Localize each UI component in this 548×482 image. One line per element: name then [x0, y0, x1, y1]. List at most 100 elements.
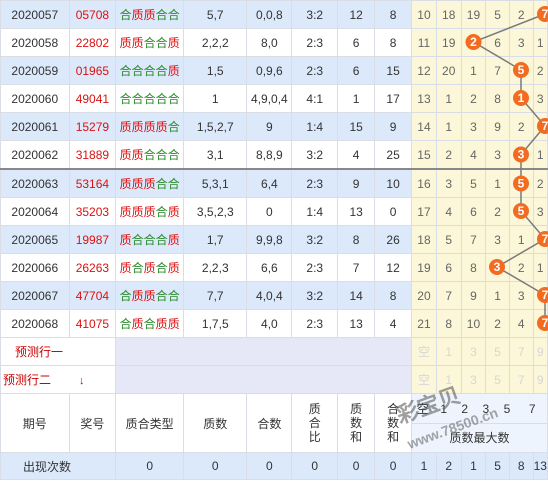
type-cell: 合合合合质: [115, 56, 185, 85]
prize-cell: 49041: [68, 84, 117, 113]
composite-sum-cell: 12: [374, 253, 413, 282]
table-row: 202006519987质合合合质1,79,9,83:28261857317: [0, 225, 548, 254]
predict-ball[interactable]: 5: [485, 365, 510, 394]
prize-cell: 47704: [68, 281, 117, 310]
ratio-cell: 2:3: [291, 309, 339, 338]
ball-cell: 7: [532, 225, 548, 254]
ball-cell: 7: [435, 281, 462, 310]
predict-ball[interactable]: 1: [435, 337, 462, 366]
ball-cell: 3: [508, 140, 534, 170]
prime-sum-cell: 8: [337, 225, 376, 254]
composite-cell: 0,9,6: [246, 56, 293, 85]
ball-cell: 2: [508, 253, 534, 282]
ball-cell: 21: [411, 309, 437, 338]
footer-label: 出现次数: [0, 452, 117, 480]
period-cell: 2020060: [0, 84, 70, 113]
ball-cell: 3: [485, 225, 510, 254]
ball-cell: 5: [508, 197, 534, 226]
prime-sum-cell: 6: [337, 28, 376, 57]
prime-cell: 5,7: [183, 0, 248, 29]
ball-cell: 3: [532, 197, 548, 226]
predict-ball[interactable]: 3: [460, 337, 487, 366]
footer-type: 0: [115, 452, 185, 480]
predict-ball[interactable]: 9: [532, 365, 548, 394]
ball-cell: 7: [532, 281, 548, 310]
type-cell: 质质质合质: [115, 197, 185, 226]
ball-cell: 2: [460, 84, 487, 113]
composite-sum-cell: 17: [374, 84, 413, 113]
composite-cell: 8,0: [246, 28, 293, 57]
ball-cell: 20: [435, 56, 462, 85]
ball-cell: 2: [460, 28, 487, 57]
prime-sum-cell: 13: [337, 197, 376, 226]
header-ball-label: 空: [416, 402, 429, 416]
ball-cell: 10: [411, 0, 437, 29]
predict-ball[interactable]: 7: [508, 337, 534, 366]
ball-cell: 18: [411, 225, 437, 254]
prize-cell: 01965: [68, 56, 117, 85]
prime-cell: 2,2,2: [183, 28, 248, 57]
ball-cell: 1: [508, 225, 534, 254]
composite-sum-cell: 8: [374, 0, 413, 29]
predict-ball[interactable]: 空: [411, 337, 437, 366]
predict-ball[interactable]: 7: [508, 365, 534, 394]
ball-cell: 4: [508, 309, 534, 338]
ball-cell: 2: [532, 168, 548, 198]
predict-ball[interactable]: 9: [532, 337, 548, 366]
ball-cell: 2: [485, 197, 510, 226]
prize-cell: 41075: [68, 309, 117, 338]
predict-label[interactable]: 预测行二 ↓: [0, 365, 117, 394]
composite-cell: 0,0,8: [246, 0, 293, 29]
period-cell: 2020061: [0, 112, 70, 141]
header-period: 期号: [0, 393, 70, 453]
ball-cell: 3: [508, 281, 534, 310]
footer-composite-sum: 0: [374, 452, 413, 480]
composite-cell: 8,8,9: [246, 140, 293, 170]
predict-ball[interactable]: 5: [485, 337, 510, 366]
period-cell: 2020062: [0, 140, 70, 170]
predict-label[interactable]: 预测行一: [0, 337, 117, 366]
period-cell: 2020059: [0, 56, 70, 85]
predict-input-area[interactable]: [115, 365, 413, 394]
prime-cell: 3,1: [183, 140, 248, 170]
ball-cell: 19: [435, 28, 462, 57]
header-balls: 空 1 2 3 5 7 质数最大数: [411, 393, 548, 453]
predict-ball[interactable]: 1: [435, 365, 462, 394]
prize-cell: 53164: [68, 168, 117, 198]
composite-cell: 9: [246, 112, 293, 141]
predict-input-area[interactable]: [115, 337, 413, 366]
composite-cell: 4,0,4: [246, 281, 293, 310]
arrow-down-icon[interactable]: ↓: [79, 375, 85, 387]
header-ball-label: 3: [482, 401, 490, 416]
ball-cell: 7: [532, 0, 548, 29]
predict-ball[interactable]: 空: [411, 365, 437, 394]
ball-cell: 5: [460, 168, 487, 198]
ball-cell: 1: [532, 253, 548, 282]
type-cell: 合合合合合: [115, 84, 185, 113]
ball-cell: 3: [485, 140, 510, 170]
composite-cell: 4,9,0,4: [246, 84, 293, 113]
footer-prime-sum: 0: [337, 452, 376, 480]
predict-row: 预测行一 空 1 3 5 7 9: [0, 337, 548, 366]
prize-cell: 19987: [68, 225, 117, 254]
ball-cell: 1: [460, 56, 487, 85]
ball-cell: 18: [435, 0, 462, 29]
ratio-cell: 3:2: [291, 140, 339, 170]
prize-cell: 22802: [68, 28, 117, 57]
table-row: 202006435203质质质合质3,5,2,301:41301746253: [0, 197, 548, 226]
header-ratio: 质合比: [291, 393, 339, 453]
ball-cell: 7: [460, 225, 487, 254]
ball-cell: 1: [532, 28, 548, 57]
ball-cell: 10: [460, 309, 487, 338]
predict-ball[interactable]: 3: [460, 365, 487, 394]
ball-cell: 5: [508, 56, 534, 85]
type-cell: 合质合质质: [115, 309, 185, 338]
prime-sum-cell: 7: [337, 253, 376, 282]
header-balls-title: 质数最大数: [412, 422, 547, 452]
prize-cell: 31889: [68, 140, 117, 170]
prize-cell: 15279: [68, 112, 117, 141]
prime-cell: 1,5: [183, 56, 248, 85]
ball-cell: 4: [460, 140, 487, 170]
composite-sum-cell: 0: [374, 197, 413, 226]
ratio-cell: 2:3: [291, 28, 339, 57]
